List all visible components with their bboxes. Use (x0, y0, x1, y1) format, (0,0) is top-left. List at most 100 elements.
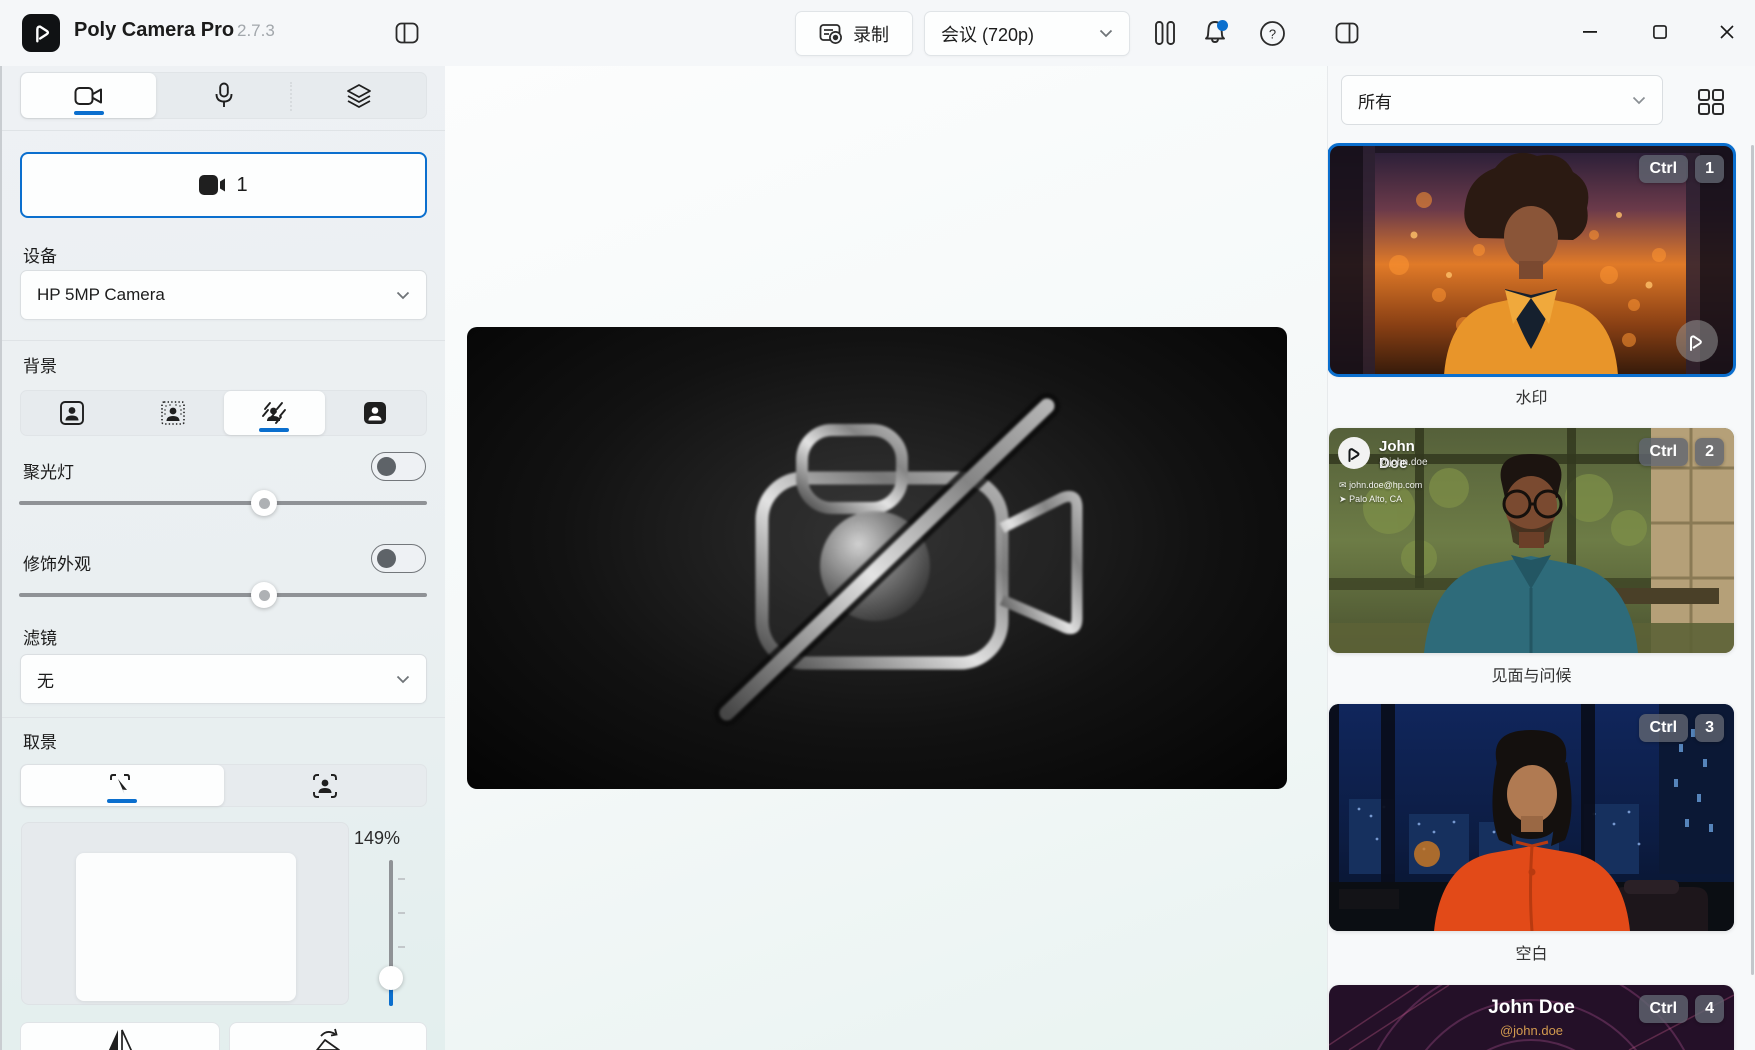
divider (2, 340, 445, 341)
chevron-down-icon (396, 675, 410, 684)
manual-frame-cursor-icon (109, 773, 135, 799)
zoom-slider[interactable] (378, 860, 404, 1006)
svg-text:?: ? (1268, 26, 1275, 41)
framing-options (20, 764, 427, 807)
preset-card-watermark[interactable]: Ctrl 1 水印 (1329, 145, 1734, 408)
shortcut-badges: Ctrl 2 (1639, 438, 1724, 466)
camera-settings-panel: 1 设备 HP 5MP Camera 背景 聚光灯 (0, 66, 445, 1050)
minimize-button[interactable] (1568, 12, 1612, 52)
tab-microphone[interactable] (156, 73, 291, 118)
slider-tick (398, 912, 405, 914)
tab-camera[interactable] (21, 73, 156, 118)
camera-disabled-icon (607, 368, 1147, 748)
active-option-indicator (259, 428, 289, 432)
touch-up-slider[interactable] (19, 582, 427, 608)
preset-card-name-card[interactable]: John Doe @john.doe Ctrl 4 (1329, 985, 1734, 1050)
slider-thumb[interactable] (251, 490, 277, 516)
record-label: 录制 (853, 21, 889, 47)
touch-up-toggle[interactable] (371, 544, 426, 573)
framing-preview[interactable] (21, 822, 349, 1005)
toggle-right-panel-icon[interactable] (1330, 16, 1364, 50)
background-options (20, 390, 427, 436)
background-image-option[interactable] (325, 391, 426, 435)
settings-tabbar (20, 72, 427, 119)
grid-view-icon[interactable] (1694, 85, 1728, 119)
maximize-button[interactable] (1638, 12, 1682, 52)
chevron-down-icon (396, 291, 410, 300)
shortcut-num-badge: 3 (1695, 714, 1724, 742)
camera-source-button[interactable]: 1 (20, 152, 427, 218)
background-none-option[interactable] (21, 391, 122, 435)
rotate-button[interactable] (229, 1022, 427, 1050)
shortcut-num-badge: 2 (1695, 438, 1724, 466)
manual-framing-option[interactable] (21, 765, 224, 806)
spotlight-toggle[interactable] (371, 452, 426, 481)
location-icon: ➤ (1339, 494, 1347, 504)
preset-card-meet-greet[interactable]: John Doe @john.doe ✉ john.doe@hp.com ➤ P… (1329, 428, 1734, 686)
overlay-location: ➤ Palo Alto, CA (1339, 494, 1402, 505)
shortcut-key-badge: Ctrl (1639, 995, 1689, 1023)
preset-thumbnail[interactable]: John Doe @john.doe ✉ john.doe@hp.com ➤ P… (1329, 428, 1734, 653)
toggle-knob (377, 549, 396, 568)
pause-preview-icon[interactable] (1148, 16, 1182, 50)
shortcut-badges: Ctrl 4 (1639, 995, 1724, 1023)
preset-card-blank[interactable]: Ctrl 3 空白 (1329, 704, 1734, 964)
auto-frame-person-icon (312, 773, 338, 799)
background-light-blur-option[interactable] (122, 391, 223, 435)
slider-tick (398, 878, 405, 880)
shortcut-badges: Ctrl 3 (1639, 714, 1724, 742)
slider-track (19, 593, 427, 597)
presets-panel: 所有 (1327, 66, 1755, 1050)
overlay-person-handle: @john.doe (1379, 457, 1428, 468)
person-blur-icon (260, 400, 288, 426)
preset-thumbnail[interactable]: Ctrl 1 (1329, 145, 1734, 375)
filter-label: 滤镜 (23, 624, 57, 649)
layers-icon (346, 83, 372, 109)
chevron-down-icon (1099, 29, 1113, 38)
email-icon: ✉ (1339, 480, 1347, 490)
presets-scrollbar[interactable] (1751, 145, 1754, 975)
record-icon (819, 23, 843, 45)
video-stage (445, 66, 1327, 1050)
notifications-bell-icon[interactable] (1198, 16, 1232, 50)
framing-label: 取景 (23, 728, 57, 753)
help-icon[interactable]: ? (1255, 16, 1289, 50)
auto-framing-option[interactable] (224, 765, 427, 806)
camera-number: 1 (236, 174, 247, 197)
toggle-left-panel-icon[interactable] (390, 16, 424, 50)
microphone-icon (214, 82, 234, 109)
background-blur-option[interactable] (224, 391, 325, 435)
preset-thumbnail[interactable]: John Doe @john.doe Ctrl 4 (1329, 985, 1734, 1050)
preset-category-dropdown[interactable]: 所有 (1341, 75, 1663, 125)
spotlight-label: 聚光灯 (23, 458, 74, 483)
slider-tick (398, 946, 405, 948)
tab-effects[interactable] (291, 73, 426, 118)
person-frame-icon (59, 400, 85, 426)
meeting-quality-dropdown[interactable]: 会议 (720p) (924, 11, 1130, 56)
video-preview-canvas[interactable] (467, 327, 1287, 789)
preset-label: 空白 (1329, 940, 1734, 964)
app-version: 2.7.3 (237, 21, 275, 41)
close-button[interactable] (1705, 12, 1749, 52)
record-button[interactable]: 录制 (795, 11, 913, 56)
shortcut-num-badge: 1 (1695, 155, 1724, 183)
filter-dropdown[interactable]: 无 (20, 654, 427, 704)
overlay-person-handle: @john.doe (1329, 1023, 1734, 1038)
preset-category-value: 所有 (1358, 88, 1392, 113)
device-dropdown[interactable]: HP 5MP Camera (20, 270, 427, 320)
slider-thumb[interactable] (251, 582, 277, 608)
device-value: HP 5MP Camera (37, 285, 165, 305)
person-dotted-blur-icon (160, 400, 186, 426)
active-tab-indicator (74, 111, 104, 115)
slider-thumb[interactable] (379, 966, 403, 990)
camera-icon (74, 85, 104, 107)
app-logo-icon (22, 14, 60, 52)
flip-horizontal-button[interactable] (20, 1022, 220, 1050)
shortcut-key-badge: Ctrl (1639, 714, 1689, 742)
framing-crop-region[interactable] (76, 853, 296, 1001)
active-option-indicator (107, 799, 137, 803)
preset-thumbnail[interactable]: Ctrl 3 (1329, 704, 1734, 931)
chevron-down-icon (1632, 96, 1646, 105)
person-image-bg-icon (362, 400, 388, 426)
spotlight-slider[interactable] (19, 490, 427, 516)
